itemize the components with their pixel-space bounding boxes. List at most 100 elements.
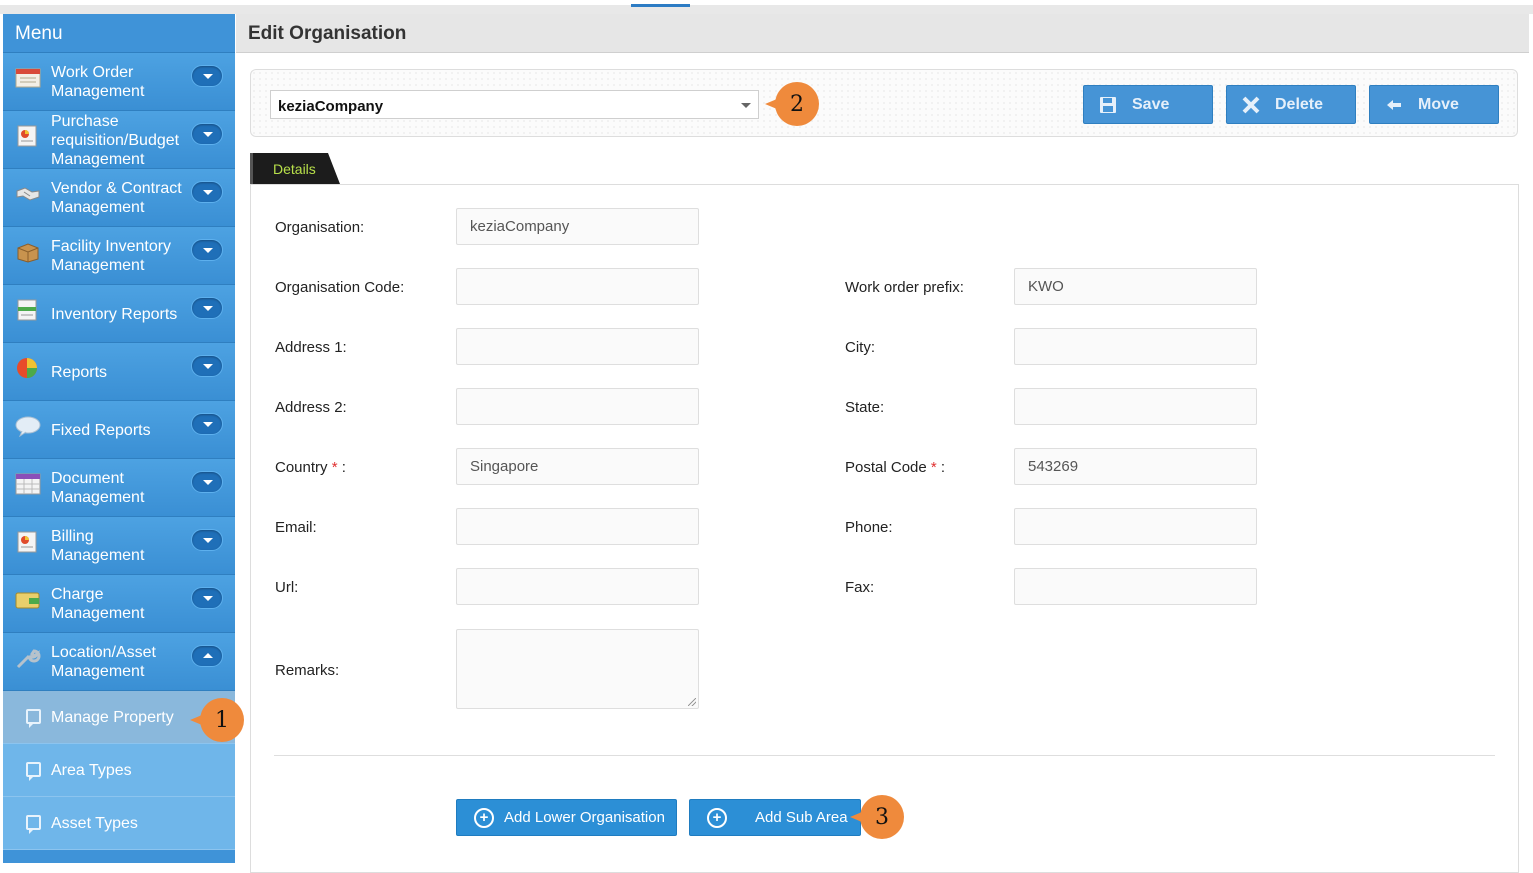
plus-circle-icon: + <box>707 807 727 828</box>
org-code-field[interactable] <box>456 268 699 305</box>
state-field[interactable] <box>1014 388 1257 425</box>
menu-title: Menu <box>3 14 235 53</box>
divider <box>274 755 1495 756</box>
sidebar-item-label: Reports <box>51 363 108 381</box>
plus-circle-icon: + <box>474 807 494 828</box>
top-strip-indicator <box>631 4 690 7</box>
calendar-grid-icon <box>15 473 41 495</box>
page-header: Edit Organisation <box>236 14 1529 53</box>
sidebar-subitem-label: Asset Types <box>51 815 138 832</box>
sidebar-item-label: Billing Management <box>51 528 145 564</box>
sidebar-item-label: Location/Asset Management <box>51 644 156 680</box>
fax-field[interactable] <box>1014 568 1257 605</box>
callout-marker: 2 <box>765 82 819 126</box>
sidebar-subitem-asset-types[interactable]: Asset Types <box>3 797 235 850</box>
url-label: Url: <box>275 579 299 596</box>
chevron-down-icon[interactable] <box>191 471 223 493</box>
chevron-down-icon[interactable] <box>191 587 223 609</box>
chevron-down-icon[interactable] <box>191 355 223 377</box>
sidebar-item-vendor[interactable]: Vendor & Contract Management <box>3 169 235 227</box>
sidebar-item-charge[interactable]: Charge Management <box>3 575 235 633</box>
address2-field[interactable] <box>456 388 699 425</box>
resize-grip-icon[interactable] <box>688 698 696 706</box>
address1-field[interactable] <box>456 328 699 365</box>
sidebar-item-billing[interactable]: Billing Management <box>3 517 235 575</box>
chevron-down-icon[interactable] <box>191 65 223 87</box>
sidebar-item-label: Document Management <box>51 470 145 506</box>
sidebar-item-inventory-reports[interactable]: Inventory Reports <box>3 285 235 343</box>
purchase-doc-icon <box>15 125 41 147</box>
close-icon <box>1241 95 1261 115</box>
org-code-label: Organisation Code: <box>275 279 405 296</box>
tab-label: Details <box>273 161 316 177</box>
handshake-icon <box>15 183 41 205</box>
save-button[interactable]: Save <box>1083 85 1213 124</box>
sidebar-subitem-area-types[interactable]: Area Types <box>3 744 235 797</box>
organisation-label: Organisation: <box>275 219 365 236</box>
dropdown-caret-icon <box>741 103 751 108</box>
chevron-down-icon[interactable] <box>191 413 223 435</box>
tab-details[interactable]: Details <box>250 153 340 184</box>
email-field[interactable] <box>456 508 699 545</box>
sidebar-subitem-label: Area Types <box>51 762 132 779</box>
wrench-icon <box>15 647 41 669</box>
chevron-down-icon[interactable] <box>191 297 223 319</box>
postal-code-label: Postal Code * : <box>845 459 945 476</box>
organisation-select[interactable]: keziaCompany <box>270 90 759 119</box>
address2-label: Address 2: <box>275 399 347 416</box>
move-button[interactable]: Move <box>1369 85 1499 124</box>
callout-marker: 1 <box>190 698 244 742</box>
sidebar-item-document[interactable]: Document Management <box>3 459 235 517</box>
sidebar-subitem-label: Manage Property <box>51 709 174 726</box>
top-strip <box>0 0 1533 14</box>
country-label: Country * : <box>275 459 346 476</box>
sidebar-item-label: Charge Management <box>51 586 145 622</box>
sidebar-item-label: Vendor & Contract Management <box>51 180 182 216</box>
country-label-text: Country <box>275 459 328 476</box>
phone-field[interactable] <box>1014 508 1257 545</box>
sidebar: Menu Work Order Management Purchase requ… <box>3 14 235 863</box>
chevron-down-icon[interactable] <box>191 239 223 261</box>
page-title: Edit Organisation <box>248 23 407 44</box>
wo-prefix-label: Work order prefix: <box>845 279 964 296</box>
sidebar-item-label: Fixed Reports <box>51 421 151 439</box>
delete-button[interactable]: Delete <box>1226 85 1356 124</box>
move-label: Move <box>1418 95 1459 113</box>
wo-prefix-field[interactable]: KWO <box>1014 268 1257 305</box>
wallet-icon <box>15 589 41 611</box>
remarks-textarea[interactable] <box>456 629 699 709</box>
postal-code-field[interactable]: 543269 <box>1014 448 1257 485</box>
sidebar-item-label: Work Order Management <box>51 64 145 100</box>
sidebar-item-fixed-reports[interactable]: Fixed Reports <box>3 401 235 459</box>
callout-marker: 3 <box>850 795 904 839</box>
city-field[interactable] <box>1014 328 1257 365</box>
add-lower-organisation-button[interactable]: + Add Lower Organisation <box>456 799 677 836</box>
organisation-select-value: keziaCompany <box>278 98 384 115</box>
sidebar-item-label: Facility Inventory Management <box>51 238 172 274</box>
url-field[interactable] <box>456 568 699 605</box>
phone-label: Phone: <box>845 519 893 536</box>
remarks-label: Remarks: <box>275 662 340 679</box>
sidebar-item-reports[interactable]: Reports <box>3 343 235 401</box>
label-colon: : <box>341 459 346 476</box>
chevron-down-icon[interactable] <box>191 181 223 203</box>
sidebar-item-purchase[interactable]: Purchase requisition/Budget Management <box>3 111 235 169</box>
city-label: City: <box>845 339 875 356</box>
sidebar-item-location-asset[interactable]: Location/Asset Management <box>3 633 235 691</box>
address1-label: Address 1: <box>275 339 347 356</box>
comment-icon <box>26 762 41 781</box>
delete-label: Delete <box>1275 95 1324 113</box>
arrow-left-icon <box>1384 95 1404 115</box>
chevron-down-icon[interactable] <box>191 529 223 551</box>
comment-icon <box>26 709 41 728</box>
box-icon <box>15 241 41 263</box>
add-lower-organisation-label: Add Lower Organisation <box>504 809 665 826</box>
country-field[interactable]: Singapore <box>456 448 699 485</box>
chevron-down-icon[interactable] <box>191 123 223 145</box>
add-sub-area-button[interactable]: + Add Sub Area <box>689 799 861 836</box>
chevron-up-icon[interactable] <box>191 645 223 667</box>
organisation-field[interactable]: keziaCompany <box>456 208 699 245</box>
sidebar-item-work-order[interactable]: Work Order Management <box>3 53 235 111</box>
top-strip-bar <box>0 5 1533 14</box>
sidebar-item-facility-inventory[interactable]: Facility Inventory Management <box>3 227 235 285</box>
